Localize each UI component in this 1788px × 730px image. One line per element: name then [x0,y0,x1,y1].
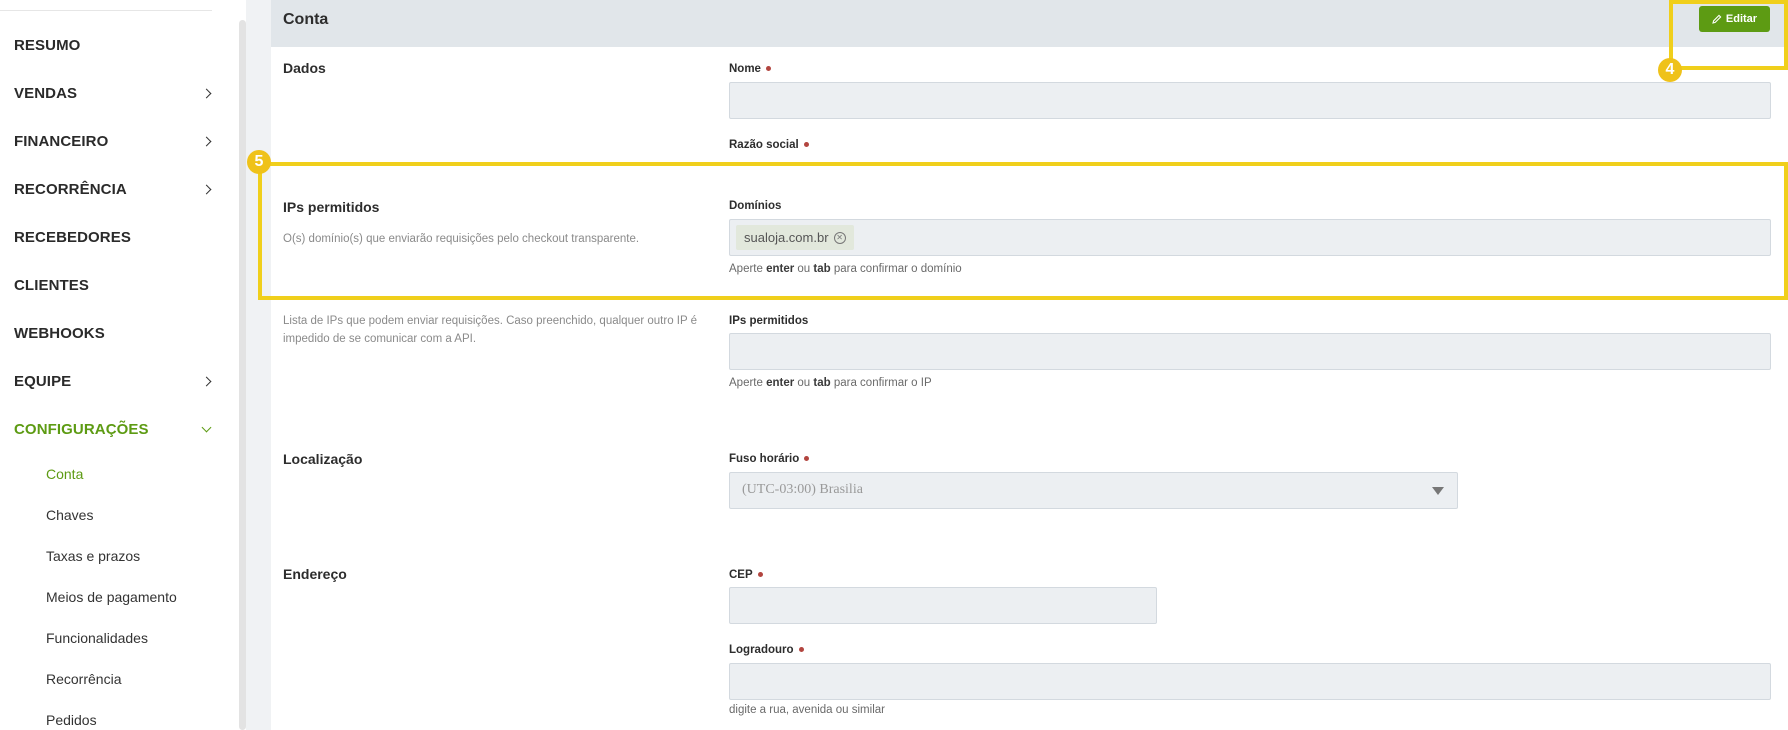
sidebar-item-recorrencia[interactable]: RECORRÊNCIA [14,177,214,201]
logradouro-input[interactable] [729,663,1771,700]
annotation-badge-5: 5 [247,150,271,174]
chevron-down-icon [201,422,212,432]
sidebar-subitem-conta[interactable]: Conta [46,466,83,482]
hint-text: Aperte [729,377,767,389]
fuso-select-value: (UTC-03:00) Brasilia [742,482,863,497]
sidebar-item-clientes[interactable]: CLIENTES [14,273,214,297]
fuso-label-text: Fuso horário [729,453,800,465]
section-desc-ips: Lista de IPs que podem enviar requisiçõe… [283,315,698,345]
fuso-select[interactable]: (UTC-03:00) Brasilia [729,472,1458,509]
nome-input[interactable] [729,82,1771,119]
sidebar-subitem-funcionalidades[interactable]: Funcionalidades [46,630,148,646]
hint-key-enter: enter [766,377,795,389]
cep-input[interactable] [729,587,1157,624]
sidebar-item-label: FINANCEIRO [14,132,109,150]
razao-social-label: Razão social [729,139,809,151]
section-title-endereco: Endereço [283,566,347,582]
sidebar-item-label: RECEBEDORES [14,228,131,246]
sidebar-item-label: RECORRÊNCIA [14,180,127,198]
page-title: Conta [283,11,329,28]
panel-header: Conta Editar [271,0,1788,47]
sidebar-item-label: WEBHOOKS [14,324,105,342]
sidebar-subitem-recorrencia[interactable]: Recorrência [46,671,121,687]
ips-input[interactable] [729,333,1771,370]
sidebar-subitem-meios-pagamento[interactable]: Meios de pagamento [46,589,177,605]
ips-hint: Aperte enter ou tab para confirmar o IP [729,377,932,389]
divider [0,10,212,11]
sidebar-subitem-pedidos[interactable]: Pedidos [46,712,97,728]
hint-text: ou [794,377,814,389]
sidebar-item-equipe[interactable]: EQUIPE [14,369,214,393]
sidebar-subitem-chaves[interactable]: Chaves [46,507,93,523]
nome-label-text: Nome [729,63,761,75]
account-panel: Conta Editar Dados Nome Razão social IPs… [271,0,1788,730]
sidebar-item-recebedores[interactable]: RECEBEDORES [14,225,214,249]
logradouro-label: Logradouro [729,644,804,656]
chevron-right-icon [201,88,212,98]
fuso-label: Fuso horário [729,453,810,465]
hint-text: para confirmar o IP [830,377,932,389]
section-title-dados: Dados [283,60,326,76]
sidebar-item-label: RESUMO [14,36,81,54]
required-indicator [803,142,809,148]
logradouro-hint: digite a rua, avenida ou similar [729,704,885,716]
chevron-right-icon [201,376,212,386]
required-indicator [757,572,763,578]
sidebar: RESUMO VENDAS FINANCEIRO RECORRÊNCIA REC… [0,0,240,730]
hint-key-tab: tab [813,377,831,389]
sidebar-item-financeiro[interactable]: FINANCEIRO [14,129,214,153]
required-indicator [798,647,804,653]
sidebar-item-label: CONFIGURAÇÕES [14,420,149,438]
sidebar-item-resumo[interactable]: RESUMO [14,33,214,57]
content-gutter [246,0,271,730]
sidebar-scrollbar[interactable] [239,20,246,730]
sidebar-item-webhooks[interactable]: WEBHOOKS [14,321,214,345]
sidebar-item-label: CLIENTES [14,276,89,294]
razao-social-label-text: Razão social [729,139,799,151]
sidebar-item-configuracoes[interactable]: CONFIGURAÇÕES [14,417,214,441]
sidebar-subitem-taxas[interactable]: Taxas e prazos [46,548,140,564]
nome-label: Nome [729,63,771,75]
chevron-right-icon [201,136,212,146]
chevron-right-icon [201,184,212,194]
required-indicator [765,66,771,72]
cep-label-text: CEP [729,569,753,581]
caret-down-icon [1432,487,1444,495]
cep-label: CEP [729,569,763,581]
highlight-box-5 [258,162,1788,300]
logradouro-label-text: Logradouro [729,644,794,656]
ips-label: IPs permitidos [729,315,809,327]
annotation-badge-4: 4 [1658,58,1682,82]
sidebar-item-label: VENDAS [14,84,78,102]
section-title-localizacao: Localização [283,451,363,467]
required-indicator [804,456,810,462]
sidebar-item-vendas[interactable]: VENDAS [14,81,214,105]
sidebar-item-label: EQUIPE [14,372,72,390]
highlight-box-4 [1669,0,1788,70]
